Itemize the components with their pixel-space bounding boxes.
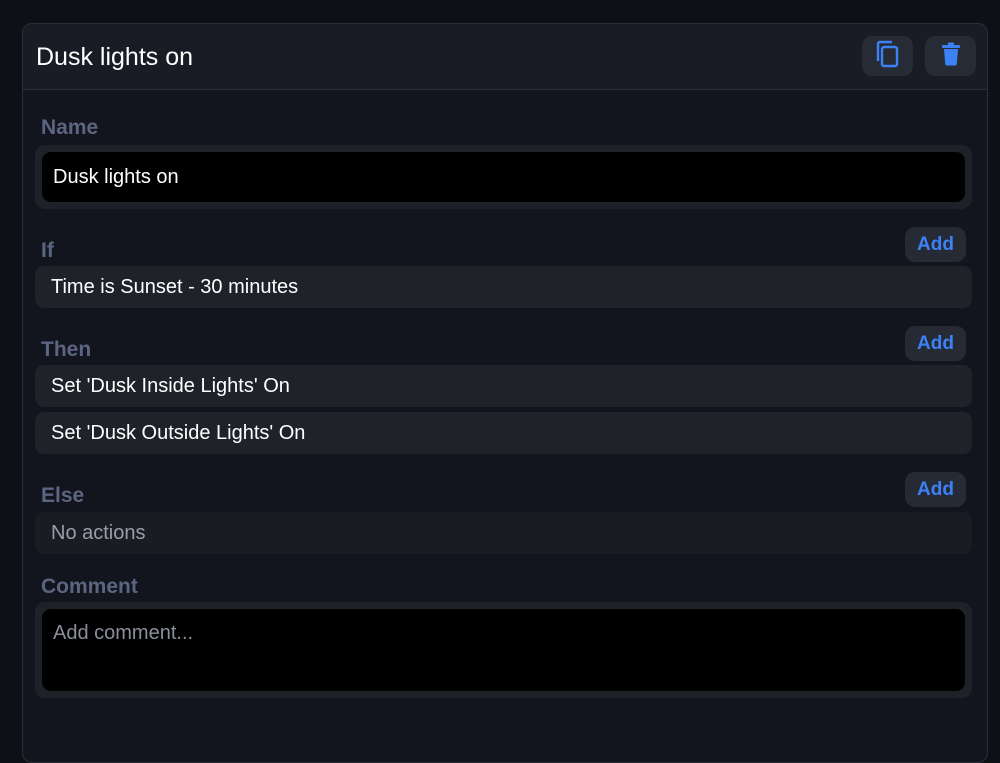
if-label: If	[41, 239, 54, 262]
page-title: Dusk lights on	[36, 43, 194, 71]
then-add-button[interactable]: Add	[905, 326, 966, 361]
comment-input[interactable]	[42, 609, 965, 691]
else-add-button[interactable]: Add	[905, 472, 966, 507]
then-label: Then	[41, 338, 92, 361]
comment-field-container	[35, 602, 972, 698]
copy-button[interactable]	[862, 36, 913, 76]
trash-icon	[941, 42, 961, 71]
automation-panel: Dusk lights on Name If Add Ti	[22, 23, 988, 763]
else-label: Else	[41, 484, 85, 507]
name-label: Name	[41, 116, 99, 139]
then-action-row[interactable]: Set 'Dusk Outside Lights' On	[35, 412, 972, 454]
panel-header: Dusk lights on	[23, 24, 987, 90]
name-field-container	[35, 145, 972, 209]
delete-button[interactable]	[925, 36, 976, 76]
if-condition-row[interactable]: Time is Sunset - 30 minutes	[35, 266, 972, 308]
copy-icon	[875, 40, 901, 73]
comment-label: Comment	[41, 575, 138, 598]
name-input[interactable]	[42, 152, 965, 202]
else-empty-state: No actions	[35, 512, 972, 554]
if-add-button[interactable]: Add	[905, 227, 966, 262]
then-action-row[interactable]: Set 'Dusk Inside Lights' On	[35, 365, 972, 407]
